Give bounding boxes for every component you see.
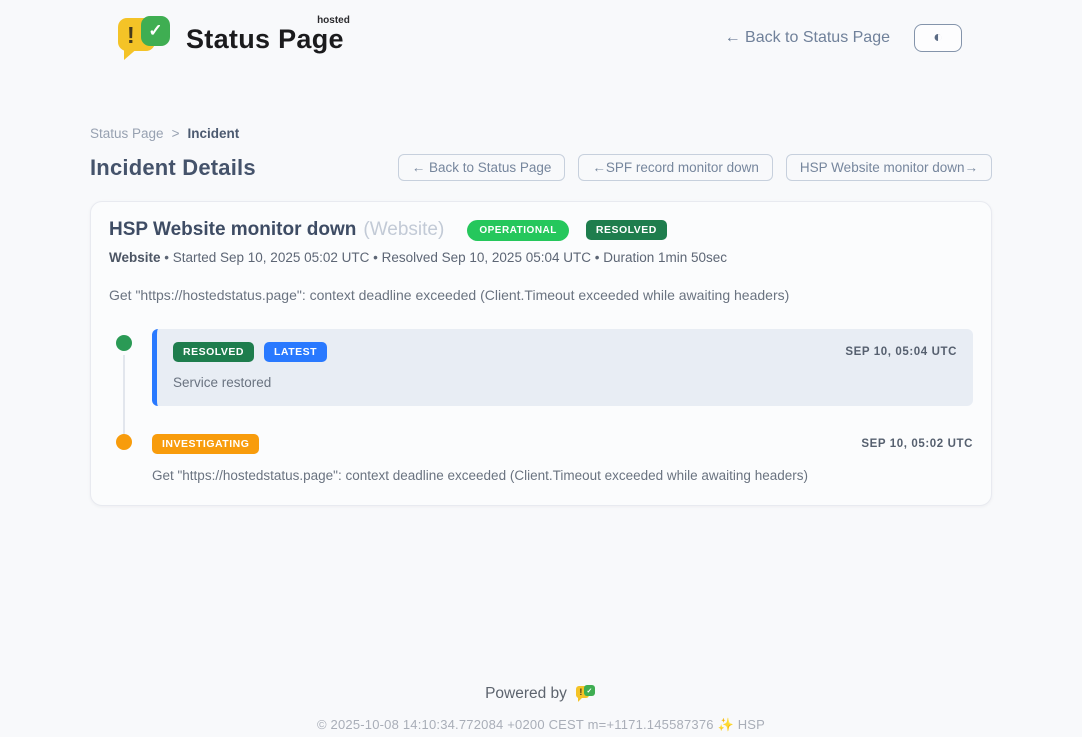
exclamation-glyph: ! xyxy=(579,687,582,697)
timeline-latest-box: RESOLVED LATEST SEP 10, 05:04 UTC Servic… xyxy=(152,329,973,406)
brand-name: Status Page xyxy=(186,24,344,54)
incident-component: (Website) xyxy=(363,219,444,241)
incident-meta-component: Website xyxy=(109,250,161,265)
check-square-icon: ✓ xyxy=(141,16,170,46)
half-circle-icon: ◐ xyxy=(933,30,943,46)
theme-toggle-button[interactable]: ◐ xyxy=(914,24,962,52)
incident-timeline: RESOLVED LATEST SEP 10, 05:04 UTC Servic… xyxy=(109,329,973,483)
exclamation-glyph: ! xyxy=(127,22,135,49)
powered-by-link[interactable]: Powered by ! ✓ xyxy=(485,684,597,703)
breadcrumb-status-page[interactable]: Status Page xyxy=(90,126,164,141)
timeline-latest-badge: LATEST xyxy=(264,342,327,362)
timeline-dot-green xyxy=(116,335,132,351)
resolved-status-badge: RESOLVED xyxy=(586,220,667,240)
header-actions: ← Back to Status Page ◐ xyxy=(725,24,962,52)
timeline-message: Service restored xyxy=(173,375,957,390)
powered-by-label: Powered by xyxy=(485,685,567,703)
copyright-text: © 2025-10-08 14:10:34.772084 +0200 CEST … xyxy=(90,717,992,733)
incident-meta: Website • Started Sep 10, 2025 05:02 UTC… xyxy=(109,250,973,265)
incident-description: Get "https://hostedstatus.page": context… xyxy=(109,287,973,303)
back-to-status-page-button[interactable]: ← Back to Status Page xyxy=(398,154,566,181)
breadcrumb-separator: > xyxy=(172,126,180,141)
statuspage-mini-logo-icon: ! ✓ xyxy=(576,684,597,703)
timeline-resolved-badge: RESOLVED xyxy=(173,342,254,362)
incident-title: HSP Website monitor down xyxy=(109,219,356,241)
main-content: Status Page > Incident Incident Details … xyxy=(90,126,992,733)
timeline-dot-orange xyxy=(116,434,132,450)
incident-nav-buttons: ← Back to Status Page ←SPF record monito… xyxy=(398,154,992,181)
operational-status-badge: OPERATIONAL xyxy=(467,220,569,241)
page-title: Incident Details xyxy=(90,155,256,181)
timeline-timestamp: SEP 10, 05:02 UTC xyxy=(861,438,973,450)
timeline-entry-resolved: RESOLVED LATEST SEP 10, 05:04 UTC Servic… xyxy=(109,329,973,406)
incident-meta-details: • Started Sep 10, 2025 05:02 UTC • Resol… xyxy=(161,250,728,265)
next-incident-button[interactable]: HSP Website monitor down→ xyxy=(786,154,992,181)
check-square-icon: ✓ xyxy=(584,685,595,696)
statuspage-logo-icon: ! ✓ xyxy=(118,16,174,60)
timeline-entry-investigating: INVESTIGATING SEP 10, 05:02 UTC Get "htt… xyxy=(109,434,973,483)
incident-card: HSP Website monitor down (Website) OPERA… xyxy=(90,201,992,506)
footer: Powered by ! ✓ © 2025-10-08 14:10:34.772… xyxy=(90,684,992,733)
timeline-connector-line xyxy=(123,355,125,441)
brand-logo[interactable]: ! ✓ Status Page hosted xyxy=(118,16,344,60)
timeline-timestamp: SEP 10, 05:04 UTC xyxy=(845,346,957,358)
brand-superscript: hosted xyxy=(317,15,350,26)
breadcrumb: Status Page > Incident xyxy=(90,126,992,141)
prev-incident-button[interactable]: ←SPF record monitor down xyxy=(578,154,773,181)
breadcrumb-incident: Incident xyxy=(187,126,239,141)
brand-text: Status Page hosted xyxy=(186,24,344,55)
header: ! ✓ Status Page hosted ← Back to Status … xyxy=(90,0,992,60)
timeline-message: Get "https://hostedstatus.page": context… xyxy=(152,468,973,483)
timeline-investigating-badge: INVESTIGATING xyxy=(152,434,259,454)
header-back-link[interactable]: ← Back to Status Page xyxy=(725,29,890,47)
